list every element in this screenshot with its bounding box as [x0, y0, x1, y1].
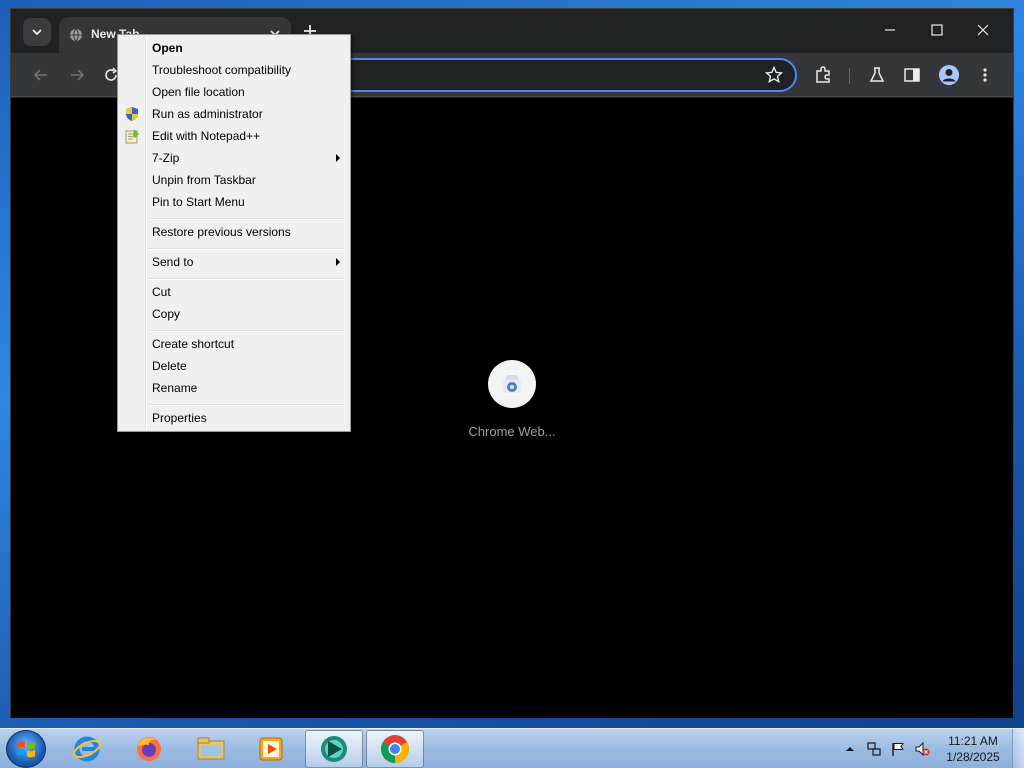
show-desktop-button[interactable]	[1012, 729, 1024, 768]
taskbar-file-explorer[interactable]	[182, 730, 240, 768]
minimize-button[interactable]	[875, 17, 905, 43]
context-menu: Open Troubleshoot compatibility Open fil…	[117, 34, 351, 432]
menu-item-restore-previous-versions[interactable]: Restore previous versions	[120, 221, 348, 243]
forward-button[interactable]	[67, 65, 87, 85]
maximize-icon	[931, 24, 943, 36]
extensions-button[interactable]	[813, 65, 833, 85]
taskbar-media-player[interactable]	[242, 730, 300, 768]
menu-item-delete[interactable]: Delete	[120, 355, 348, 377]
menu-item-cut[interactable]: Cut	[120, 281, 348, 303]
clock-date: 1/28/2025	[946, 750, 1000, 764]
action-center-flag-icon[interactable]	[890, 741, 906, 757]
taskbar-browser-app[interactable]	[305, 730, 363, 768]
firefox-icon	[137, 737, 161, 761]
windows-logo-icon	[17, 740, 35, 758]
bookmark-star-icon[interactable]	[765, 66, 783, 84]
taskbar-firefox[interactable]	[120, 730, 178, 768]
more-vertical-icon	[983, 68, 987, 82]
flask-icon	[869, 67, 885, 82]
menu-item-rename[interactable]: Rename	[120, 377, 348, 399]
menu-item-properties[interactable]: Properties	[120, 407, 348, 429]
close-window-button[interactable]	[968, 17, 998, 43]
network-icon[interactable]	[866, 741, 882, 757]
shortcut-icon-circle	[488, 360, 536, 408]
globe-icon	[70, 28, 82, 42]
menu-separator	[148, 278, 344, 280]
tab-search-button[interactable]	[23, 18, 51, 46]
web-store-icon	[503, 375, 521, 393]
menu-item-open-file-location[interactable]: Open file location	[120, 81, 348, 103]
taskbar: 11:21 AM 1/28/2025	[0, 728, 1024, 768]
menu-item-label: Run as administrator	[152, 107, 263, 121]
browser-app-icon	[321, 736, 347, 762]
side-panel-button[interactable]	[902, 65, 922, 85]
menu-item-label: Properties	[152, 411, 207, 425]
menu-item-label: Unpin from Taskbar	[152, 173, 256, 187]
maximize-button[interactable]	[922, 17, 952, 43]
notepad-plus-plus-icon	[125, 129, 139, 144]
menu-item-label: Pin to Start Menu	[152, 195, 245, 209]
menu-item-run-as-administrator[interactable]: Run as administrator	[120, 103, 348, 125]
side-panel-icon	[904, 68, 920, 82]
back-button[interactable]	[31, 65, 51, 85]
folder-icon	[197, 737, 225, 760]
system-clock[interactable]: 11:21 AM 1/28/2025	[940, 733, 1006, 765]
start-button[interactable]	[6, 730, 46, 768]
menu-item-send-to[interactable]: Send to	[120, 251, 348, 273]
shortcut-chrome-web-store[interactable]: Chrome Web...	[457, 360, 567, 450]
menu-button[interactable]	[975, 65, 995, 85]
menu-item-7-zip[interactable]: 7-Zip	[120, 147, 348, 169]
internet-explorer-icon	[73, 736, 101, 762]
taskbar-internet-explorer[interactable]	[58, 730, 116, 768]
menu-item-label: Restore previous versions	[152, 225, 291, 239]
clock-time: 11:21 AM	[948, 734, 998, 748]
minimize-icon	[885, 29, 895, 31]
menu-separator	[148, 330, 344, 332]
taskbar-chrome[interactable]	[366, 730, 424, 768]
menu-item-label: Open file location	[152, 85, 245, 99]
chrome-icon	[381, 735, 409, 763]
back-arrow-icon	[33, 69, 47, 81]
menu-item-label: Send to	[152, 255, 194, 269]
menu-item-label: Open	[152, 41, 183, 55]
menu-item-label: Delete	[152, 359, 187, 373]
menu-separator	[148, 218, 344, 220]
menu-item-pin-to-start-menu[interactable]: Pin to Start Menu	[120, 191, 348, 213]
media-player-icon	[259, 737, 283, 761]
submenu-arrow-icon	[336, 258, 340, 266]
forward-arrow-icon	[71, 69, 85, 81]
menu-item-label: Troubleshoot compatibility	[152, 63, 291, 77]
uac-shield-icon	[126, 107, 138, 121]
menu-item-unpin-from-taskbar[interactable]: Unpin from Taskbar	[120, 169, 348, 191]
menu-item-open[interactable]: Open	[120, 37, 348, 59]
menu-item-label: Copy	[152, 307, 181, 321]
chevron-down-icon	[32, 29, 42, 36]
menu-item-troubleshoot-compatibility[interactable]: Troubleshoot compatibility	[120, 59, 348, 81]
show-hidden-icons-icon[interactable]	[844, 741, 856, 757]
avatar-icon	[939, 65, 959, 85]
toolbar-divider	[849, 68, 850, 84]
menu-item-create-shortcut[interactable]: Create shortcut	[120, 333, 348, 355]
profile-button[interactable]	[937, 63, 961, 87]
menu-item-copy[interactable]: Copy	[120, 303, 348, 325]
menu-separator	[148, 248, 344, 250]
menu-item-label: Cut	[152, 285, 171, 299]
close-icon	[977, 24, 989, 36]
menu-item-edit-with-notepad-plus-plus[interactable]: Edit with Notepad++	[120, 125, 348, 147]
menu-item-label: Create shortcut	[152, 337, 235, 351]
submenu-arrow-icon	[336, 154, 340, 162]
menu-separator	[148, 404, 344, 406]
labs-button[interactable]	[867, 65, 887, 85]
volume-muted-icon[interactable]	[914, 741, 930, 757]
shortcut-label: Chrome Web...	[468, 424, 556, 439]
puzzle-icon	[816, 66, 830, 83]
menu-item-label: Rename	[152, 381, 198, 395]
menu-item-label: 7-Zip	[152, 151, 180, 165]
menu-item-label: Edit with Notepad++	[152, 129, 261, 143]
